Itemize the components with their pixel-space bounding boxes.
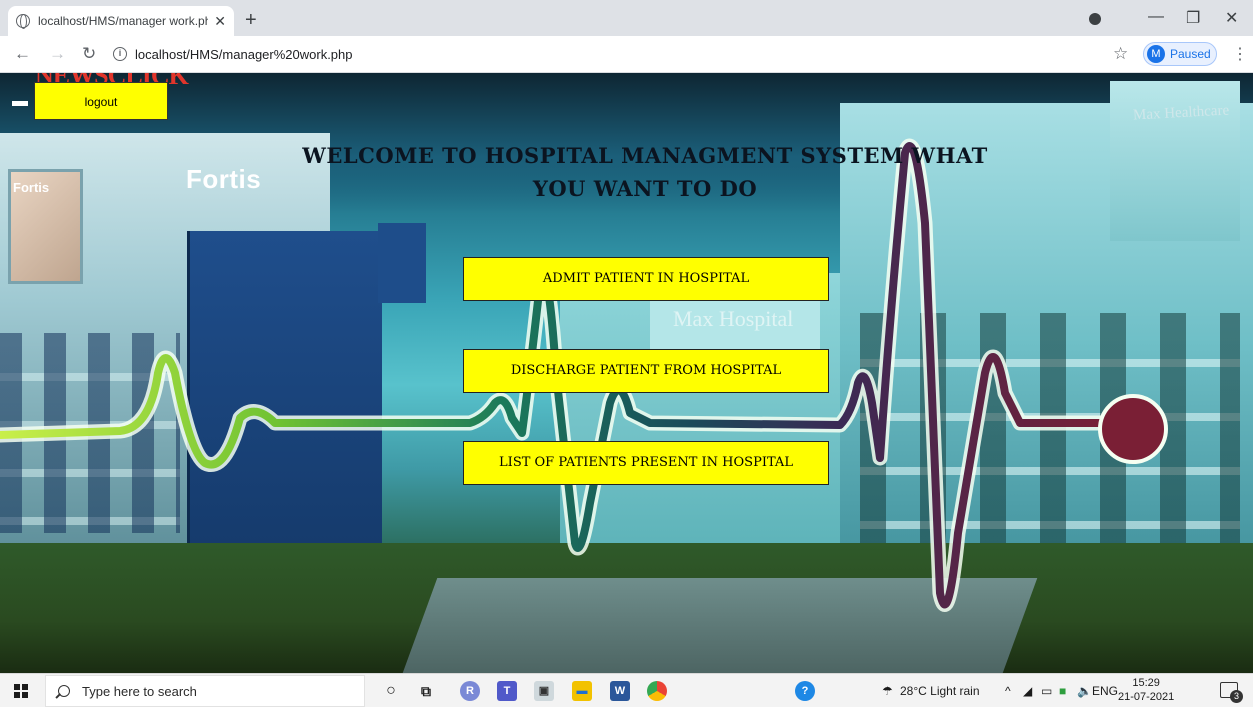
url-field[interactable]: localhost/HMS/manager%20work.php [135, 47, 353, 62]
browser-menu-icon[interactable]: ⋮ [1232, 44, 1248, 64]
app-window-icon[interactable]: ▣ [534, 681, 554, 701]
clock[interactable]: 15:29 21-07-2021 [1118, 676, 1174, 704]
site-info-icon[interactable]: i [113, 47, 127, 61]
ecg-bulb [1098, 394, 1168, 464]
minus-icon [12, 101, 28, 106]
extension-icon[interactable] [1089, 13, 1101, 25]
weather-text[interactable]: 28°C Light rain [900, 684, 980, 698]
cortana-icon[interactable]: ○ [381, 681, 401, 701]
admit-patient-button[interactable]: ADMIT PATIENT IN HOSPITAL [463, 257, 829, 301]
word-icon[interactable]: W [610, 681, 630, 701]
taskbar-search-box[interactable]: Type here to search [45, 675, 365, 707]
browser-tab-strip: localhost/HMS/manager work.ph ✕ + — ❐ ✕ [0, 0, 1253, 36]
bookmark-star-icon[interactable]: ☆ [1113, 44, 1128, 64]
windows-start-icon[interactable] [14, 684, 28, 698]
globe-icon [16, 14, 30, 29]
profile-button[interactable]: M Paused [1143, 42, 1217, 66]
volume-icon[interactable]: 🔈 [1077, 684, 1092, 698]
teams-icon[interactable]: T [497, 681, 517, 701]
close-tab-icon[interactable]: ✕ [214, 13, 226, 30]
avatar: M [1147, 45, 1165, 63]
tray-chevron-icon[interactable]: ^ [1005, 684, 1011, 698]
r-app-icon[interactable]: R [460, 681, 480, 701]
app-tray-icon[interactable]: ■ [1059, 684, 1066, 698]
language-indicator[interactable]: ENG [1092, 684, 1118, 698]
list-patients-button[interactable]: LIST OF PATIENTS PRESENT IN HOSPITAL [463, 441, 829, 485]
windows-taskbar: Type here to search ○ ⧉ R T ▣ ▬ W ? ☂ 28… [0, 673, 1253, 707]
network-icon[interactable]: ◢ [1023, 684, 1032, 698]
clock-date: 21-07-2021 [1118, 691, 1175, 703]
notification-icon[interactable]: 3 [1220, 682, 1243, 703]
weather-icon[interactable]: ☂ [882, 684, 893, 698]
close-window-button[interactable]: ✕ [1225, 8, 1238, 28]
forward-button[interactable]: → [49, 44, 66, 64]
task-view-icon[interactable]: ⧉ [416, 681, 436, 701]
file-explorer-icon[interactable]: ▬ [572, 681, 592, 701]
tab-title: localhost/HMS/manager work.ph [38, 14, 209, 28]
chrome-icon[interactable] [647, 681, 667, 701]
new-tab-button[interactable]: + [245, 9, 257, 32]
notification-count: 3 [1230, 690, 1243, 703]
restore-button[interactable]: ❐ [1186, 8, 1200, 28]
page-content: Fortis Fortis Max Hospital Max Healthcar… [0, 73, 1253, 673]
minimize-button[interactable]: — [1148, 8, 1164, 26]
reload-button[interactable]: ↻ [82, 44, 96, 64]
search-placeholder: Type here to search [82, 683, 197, 699]
address-bar-row: ← → ↻ i localhost/HMS/manager%20work.php… [0, 36, 1253, 73]
profile-status: Paused [1170, 47, 1211, 61]
welcome-heading: WELCOME TO HOSPITAL MANAGMENT SYSTEM WHA… [302, 143, 988, 201]
clock-time: 15:29 [1132, 677, 1160, 689]
logout-button[interactable]: logout [34, 82, 168, 120]
back-button[interactable]: ← [14, 44, 31, 64]
help-icon[interactable]: ? [795, 681, 815, 701]
battery-icon[interactable]: ▭ [1041, 684, 1052, 698]
discharge-patient-button[interactable]: DISCHARGE PATIENT FROM HOSPITAL [463, 349, 829, 393]
browser-tab[interactable]: localhost/HMS/manager work.ph ✕ [8, 6, 234, 36]
search-icon [58, 685, 70, 697]
